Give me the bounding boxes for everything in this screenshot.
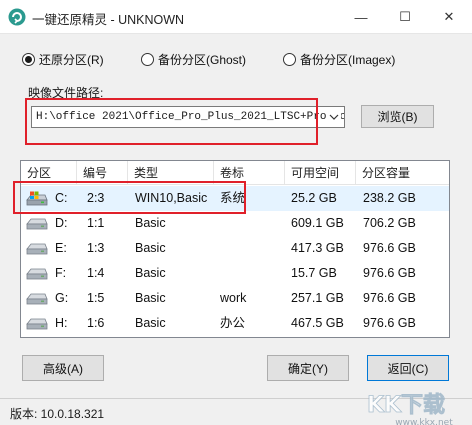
cell-type: Basic	[135, 216, 166, 230]
cell-free-space: 15.7 GB	[291, 266, 337, 280]
cell-type: Basic	[135, 291, 166, 305]
hard-drive-icon	[26, 218, 48, 230]
cell-label	[214, 236, 220, 261]
cell-free-space: 257.1 GB	[291, 291, 344, 305]
cell-type: Basic	[135, 266, 166, 280]
cell-drive: D:	[55, 216, 68, 230]
cell-number: 2:3	[87, 191, 105, 205]
cell-free-space: 467.5 GB	[291, 316, 344, 330]
cell-label	[214, 211, 220, 236]
cell-label	[214, 261, 220, 286]
radio-label: 还原分区(R)	[39, 52, 104, 67]
back-button[interactable]: 返回(C)	[367, 355, 449, 381]
title-bar: 一键还原精灵 - UNKNOWN — ☐ ✕	[0, 0, 472, 34]
cell-free-space: 417.3 GB	[291, 241, 344, 255]
cell-capacity: 976.6 GB	[363, 316, 416, 330]
hard-drive-icon	[26, 243, 48, 255]
maximize-button[interactable]: ☐	[383, 0, 427, 34]
radio-label: 备份分区(Imagex)	[300, 52, 396, 67]
version-text: 版本: 10.0.18.321	[10, 407, 105, 421]
radio-dot[interactable]	[283, 52, 296, 66]
cell-label: 系统	[220, 191, 246, 205]
ok-button[interactable]: 确定(Y)	[267, 355, 349, 381]
table-row[interactable]: E: 1:3 Basic 417.3 GB 976.6 GB	[21, 236, 449, 261]
cell-number: 1:3	[87, 241, 105, 255]
hard-drive-icon	[26, 318, 48, 330]
window-title: 一键还原精灵 - UNKNOWN	[32, 13, 185, 27]
partition-table: 分区 编号 类型 卷标 可用空间 分区容量 C: 2:3 WIN10,Basic…	[20, 160, 450, 338]
cell-number: 1:4	[87, 266, 105, 280]
cell-type: WIN10,Basic	[135, 191, 208, 205]
cell-drive: E:	[55, 241, 67, 255]
table-header: 分区 编号 类型 卷标 可用空间 分区容量	[21, 161, 449, 185]
cell-drive: G:	[55, 291, 69, 305]
column-header-free-space[interactable]: 可用空间	[285, 161, 356, 185]
table-row[interactable]: H: 1:6 Basic 办公 467.5 GB 976.6 GB	[21, 311, 449, 336]
cell-capacity: 976.6 GB	[363, 266, 416, 280]
svg-text:KK下载: KK下载	[367, 392, 445, 418]
advanced-button[interactable]: 高级(A)	[22, 355, 104, 381]
cell-label: 办公	[220, 316, 246, 330]
column-header-number[interactable]: 编号	[77, 161, 128, 185]
cell-capacity: 976.6 GB	[363, 291, 416, 305]
hard-drive-icon	[26, 293, 48, 305]
system-drive-icon	[26, 191, 48, 206]
cell-capacity: 706.2 GB	[363, 216, 416, 230]
cell-drive: C:	[55, 191, 68, 205]
image-path-label: 映像文件路径:	[28, 86, 104, 100]
radio-dot[interactable]	[141, 52, 154, 66]
svg-text:www.kkx.net: www.kkx.net	[395, 418, 453, 425]
radio-backup-imagex[interactable]: 备份分区(Imagex)	[283, 50, 395, 68]
browse-button[interactable]: 浏览(B)	[361, 105, 434, 128]
radio-label: 备份分区(Ghost)	[158, 52, 247, 67]
cell-drive: H:	[55, 316, 68, 330]
cell-free-space: 609.1 GB	[291, 216, 344, 230]
cell-capacity: 976.6 GB	[363, 241, 416, 255]
cell-label: work	[220, 291, 247, 305]
image-path-value: H:\office 2021\Office_Pro_Plus_2021_LTSC…	[36, 111, 345, 123]
table-row[interactable]: F: 1:4 Basic 15.7 GB 976.6 GB	[21, 261, 449, 286]
column-header-partition[interactable]: 分区	[21, 161, 77, 185]
cell-number: 1:6	[87, 316, 105, 330]
image-path-dropdown[interactable]: H:\office 2021\Office_Pro_Plus_2021_LTSC…	[31, 106, 345, 128]
table-row[interactable]: G: 1:5 Basic work 257.1 GB 976.6 GB	[21, 286, 449, 311]
table-row[interactable]: C: 2:3 WIN10,Basic 系统 25.2 GB 238.2 GB	[21, 186, 449, 211]
hard-drive-icon	[26, 268, 48, 280]
app-logo-icon	[8, 8, 26, 26]
cell-type: Basic	[135, 241, 166, 255]
radio-dot-selected[interactable]	[22, 52, 35, 66]
close-button[interactable]: ✕	[427, 0, 471, 34]
cell-capacity: 238.2 GB	[363, 191, 416, 205]
table-row[interactable]: D: 1:1 Basic 609.1 GB 706.2 GB	[21, 211, 449, 236]
column-header-capacity[interactable]: 分区容量	[356, 161, 449, 185]
column-header-label[interactable]: 卷标	[214, 161, 285, 185]
minimize-button[interactable]: —	[339, 0, 383, 34]
radio-backup-ghost[interactable]: 备份分区(Ghost)	[141, 50, 246, 68]
cell-number: 1:5	[87, 291, 105, 305]
chevron-down-icon[interactable]	[327, 110, 341, 124]
cell-number: 1:1	[87, 216, 105, 230]
kkx-watermark-logo: KK下载 www.kkx.net	[367, 392, 454, 425]
cell-type: Basic	[135, 316, 166, 330]
cell-drive: F:	[55, 266, 67, 280]
radio-restore-partition[interactable]: 还原分区(R)	[22, 50, 104, 68]
column-header-type[interactable]: 类型	[128, 161, 214, 185]
cell-free-space: 25.2 GB	[291, 191, 337, 205]
